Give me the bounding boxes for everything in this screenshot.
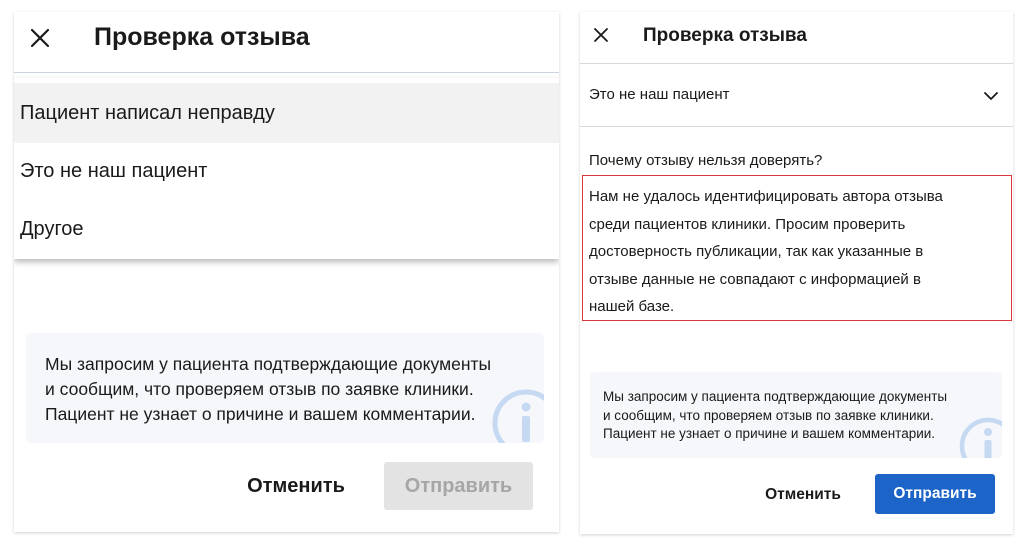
cancel-button[interactable]: Отменить — [756, 478, 850, 512]
comment-line: отзыве данные не совпадают с информацией… — [589, 270, 921, 288]
dropdown-option-untrue[interactable]: Пациент написал неправду — [14, 83, 559, 143]
info-line: Пациент не узнает о причине и вашем комм… — [603, 426, 936, 441]
comment-line: достоверность публикации, так как указан… — [589, 243, 924, 260]
comment-line: нашей базе. — [589, 298, 675, 315]
review-check-dialog-dropdown-open: Проверка отзыва Мы запросим у пациента п… — [14, 12, 559, 532]
dropdown-option-not-our-patient[interactable]: Это не наш пациент — [14, 141, 559, 201]
comment-textarea[interactable]: Нам не удалось идентифицировать автора о… — [582, 175, 1012, 321]
comment-line: Нам не удалось идентифицировать автора о… — [589, 188, 943, 205]
send-button[interactable]: Отправить — [875, 474, 995, 514]
info-icon — [491, 388, 544, 443]
reason-select[interactable]: Это не наш пациент — [580, 64, 1013, 126]
info-line: Мы запросим у пациента подтверждающие до… — [45, 354, 492, 374]
dropdown-option-other[interactable]: Другое — [14, 199, 559, 259]
reason-dropdown-menu: Пациент написал неправду Это не наш паци… — [14, 78, 559, 259]
select-divider — [580, 126, 1013, 127]
info-line: Мы запросим у пациента подтверждающие до… — [603, 389, 948, 404]
close-icon[interactable] — [28, 26, 52, 50]
info-notice: Мы запросим у пациента подтверждающие до… — [590, 372, 1002, 458]
header-divider — [14, 72, 559, 73]
dialog-title: Проверка отзыва — [643, 25, 807, 46]
info-notice: Мы запросим у пациента подтверждающие до… — [26, 333, 544, 443]
send-button-disabled: Отправить — [384, 462, 533, 510]
info-line: Пациент не узнает о причине и вашем комм… — [45, 404, 476, 424]
info-text: Мы запросим у пациента подтверждающие до… — [603, 388, 947, 444]
reason-select-value: Это не наш пациент — [589, 86, 730, 103]
close-icon[interactable] — [592, 26, 610, 44]
comment-label: Почему отзыву нельзя доверять? — [589, 152, 823, 169]
info-text: Мы запросим у пациента подтверждающие до… — [45, 352, 491, 427]
comment-line: среди пациентов клиники. Просим проверит… — [589, 215, 906, 233]
info-line: и сообщим, что проверяем отзыв по заявке… — [603, 407, 934, 423]
cancel-button[interactable]: Отменить — [236, 464, 356, 508]
chevron-down-icon — [983, 89, 999, 101]
dialog-title: Проверка отзыва — [94, 23, 310, 51]
info-line: и сообщим, что проверяем отзыв по заявке… — [45, 379, 474, 399]
info-icon — [958, 416, 1002, 458]
review-check-dialog-filled: Проверка отзыва Это не наш пациент Почем… — [580, 12, 1013, 534]
